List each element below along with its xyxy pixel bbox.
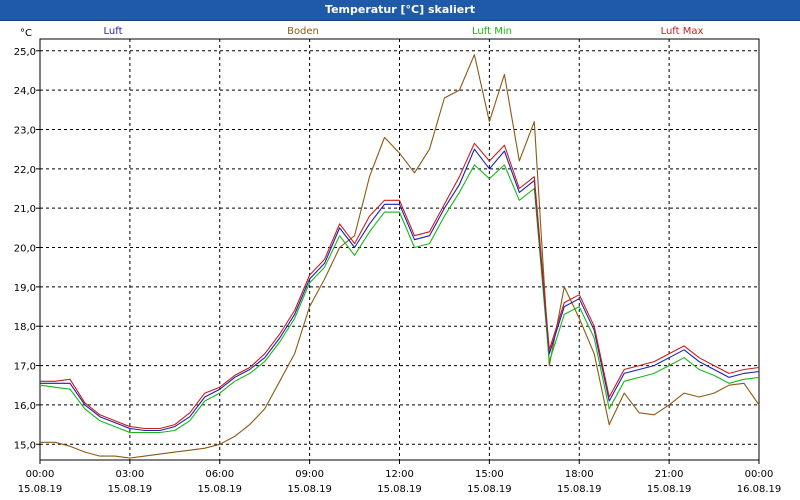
x-tick-date-label: 15.08.19 (467, 484, 512, 495)
x-tick-time-label: 12:00 (385, 469, 414, 480)
y-tick-label: 21,0 (14, 204, 36, 215)
y-axis-unit: °C (20, 28, 32, 39)
x-tick-date-label: 15.08.19 (647, 484, 692, 495)
x-tick-time-label: 00:00 (745, 469, 774, 480)
x-tick-date-label: 15.08.19 (18, 484, 63, 495)
x-tick-date-label: 15.08.19 (287, 484, 332, 495)
x-tick-date-label: 16.08.19 (737, 484, 782, 495)
x-tick-time-label: 09:00 (295, 469, 324, 480)
y-tick-label: 25,0 (14, 47, 36, 58)
legend-entry: Boden (287, 26, 319, 37)
chart-plot: 15,0 16,0 17,0 18,0 19,0 20,0 21,0 22,0 23,0 24,0… (14, 26, 782, 495)
chart-title: Temperatur [°C] skaliert (0, 0, 800, 21)
x-tick-time-label: 00:00 (26, 469, 55, 480)
y-tick-label: 22,0 (14, 165, 36, 176)
x-tick-date-label: 15.08.19 (108, 484, 153, 495)
x-tick-time-label: 21:00 (655, 469, 684, 480)
x-tick-date-label: 15.08.19 (557, 484, 602, 495)
y-tick-label: 15,0 (14, 440, 36, 451)
y-tick-label: 17,0 (14, 362, 36, 373)
x-tick-time-label: 18:00 (565, 469, 594, 480)
legend-entry: Luft Max (661, 26, 704, 37)
y-tick-label: 23,0 (14, 125, 36, 136)
x-tick-time-label: 03:00 (115, 469, 144, 480)
x-tick-time-label: 06:00 (205, 469, 234, 480)
y-tick-label: 18,0 (14, 322, 36, 333)
x-tick-time-label: 15:00 (475, 469, 504, 480)
y-tick-label: 24,0 (14, 86, 36, 97)
y-tick-label: 16,0 (14, 401, 36, 412)
y-tick-label: 20,0 (14, 244, 36, 255)
legend-entry: Luft (104, 26, 123, 37)
legend-entry: Luft Min (472, 26, 512, 37)
x-tick-date-label: 15.08.19 (197, 484, 242, 495)
x-tick-date-label: 15.08.19 (377, 484, 422, 495)
y-tick-label: 19,0 (14, 283, 36, 294)
